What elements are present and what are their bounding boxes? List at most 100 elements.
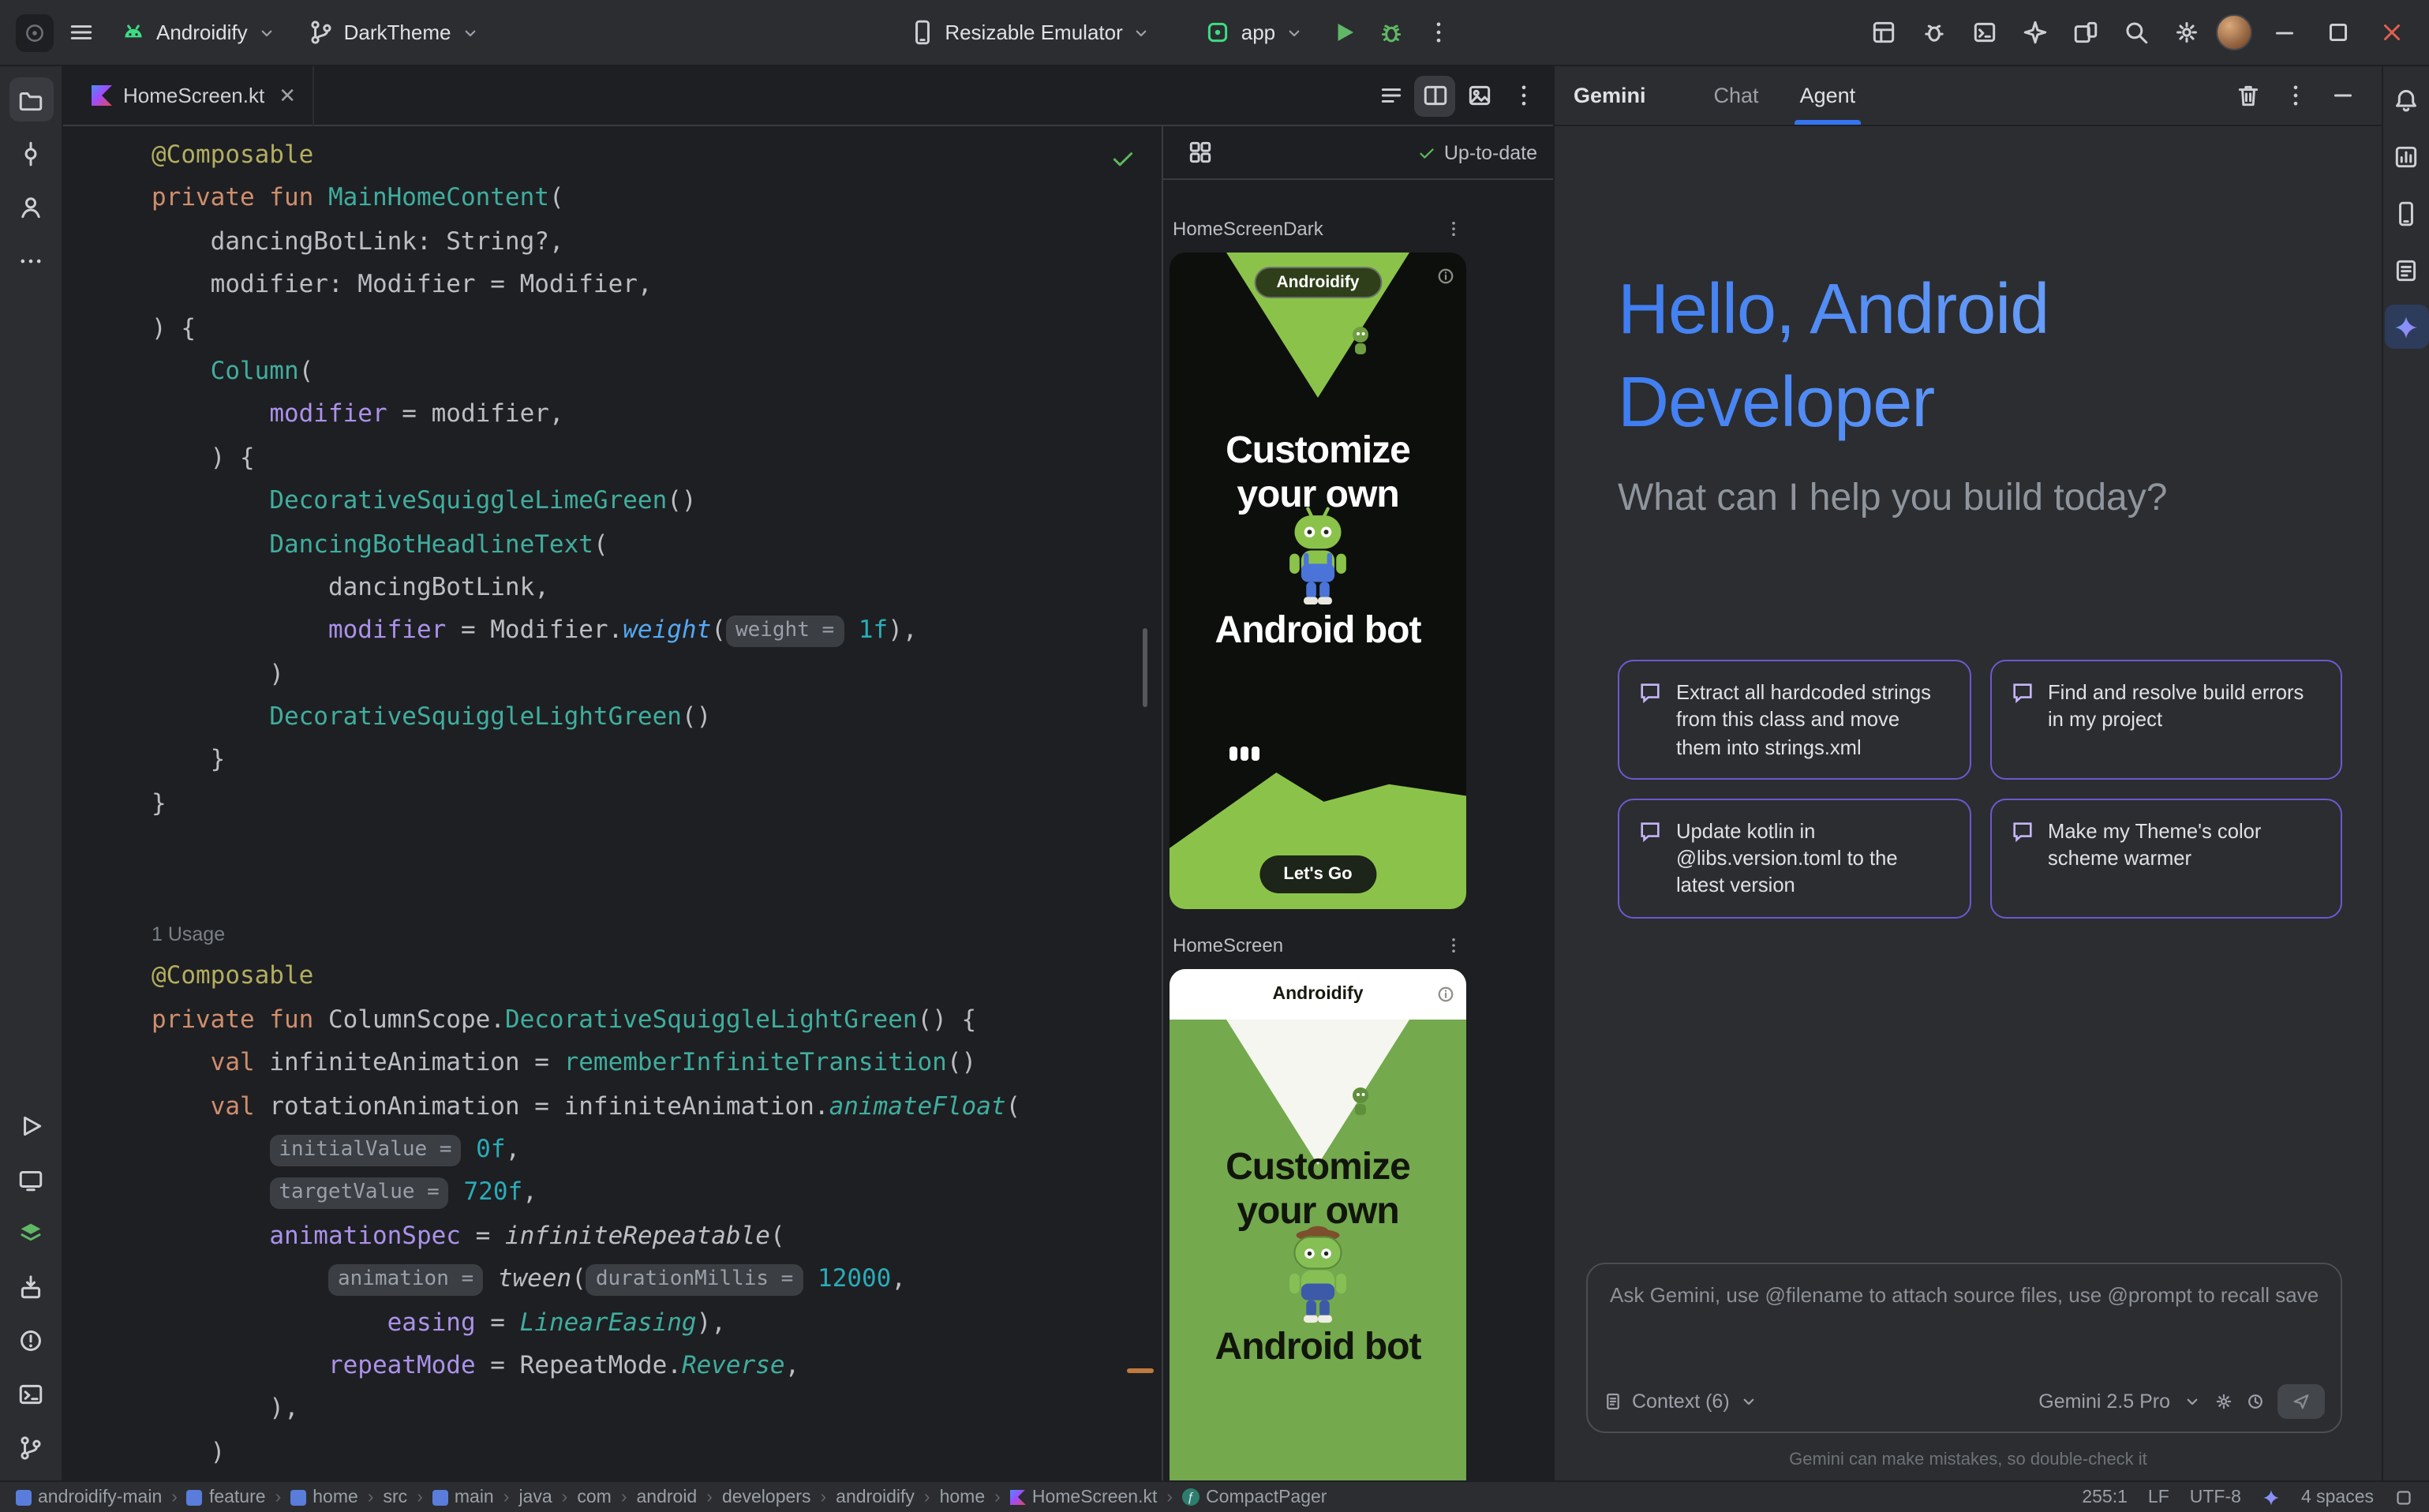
breadcrumb-item[interactable]: developers bbox=[722, 1488, 811, 1506]
code-line[interactable]: targetValue = 720f, bbox=[152, 1172, 1162, 1215]
code-line[interactable]: ​ bbox=[152, 826, 1162, 870]
indent-setting[interactable]: 4 spaces bbox=[2301, 1488, 2374, 1506]
vcs-branch-widget[interactable]: DarkTheme bbox=[295, 13, 492, 52]
code-line[interactable]: DecorativeSquiggleLightGreen() bbox=[152, 696, 1162, 739]
main-menu-icon[interactable] bbox=[60, 12, 101, 53]
layout-inspector-icon[interactable] bbox=[1862, 12, 1903, 53]
collaborators-icon[interactable] bbox=[9, 185, 53, 229]
preview-body[interactable]: HomeScreenDark Androidify bbox=[1163, 180, 1553, 1480]
breadcrumb-item[interactable]: androidify-main bbox=[16, 1488, 162, 1506]
run-tool-window-icon[interactable] bbox=[9, 1103, 53, 1147]
run-button[interactable] bbox=[1323, 12, 1364, 53]
device-mirroring-icon[interactable] bbox=[2064, 12, 2105, 53]
gemini-suggestion-card[interactable]: Make my Theme's color scheme warmer bbox=[1989, 799, 2342, 919]
code-line[interactable]: ) bbox=[152, 653, 1162, 696]
preview-more-icon[interactable] bbox=[1444, 936, 1463, 955]
gemini-more-icon[interactable] bbox=[2274, 75, 2315, 116]
preview-homescreen[interactable]: Androidify Customizeyour own bbox=[1170, 969, 1466, 1480]
code-line[interactable]: ) bbox=[152, 1431, 1162, 1474]
code-line[interactable]: initialValue = 0f, bbox=[152, 1128, 1162, 1172]
breadcrumb-item[interactable]: java bbox=[518, 1488, 552, 1506]
code-line[interactable]: @Composable bbox=[152, 134, 1162, 178]
code-line[interactable]: } bbox=[152, 783, 1162, 826]
app-quality-insights-icon[interactable] bbox=[1913, 12, 1954, 53]
gemini-suggestion-card[interactable]: Update kotlin in @libs.version.toml to t… bbox=[1618, 799, 1971, 919]
code-line[interactable]: val infiniteAnimation = rememberInfinite… bbox=[152, 1042, 1162, 1085]
gemini-suggestion-card[interactable]: Extract all hardcoded strings from this … bbox=[1618, 660, 1971, 780]
status-widget-icon[interactable] bbox=[2394, 1488, 2413, 1506]
terminal-icon[interactable] bbox=[9, 1372, 53, 1416]
device-selector[interactable]: Resizable Emulator bbox=[896, 13, 1163, 52]
code-line[interactable]: DancingBotHeadlineText( bbox=[152, 523, 1162, 567]
code-editor[interactable]: @Composableprivate fun MainHomeContent( … bbox=[63, 126, 1162, 1480]
breadcrumb-item[interactable]: home bbox=[290, 1488, 358, 1506]
code-line[interactable]: modifier = Modifier.weight(weight = 1f), bbox=[152, 610, 1162, 653]
ai-actions-icon[interactable] bbox=[2014, 12, 2055, 53]
code-line[interactable]: animation = tween(durationMillis = 12000… bbox=[152, 1258, 1162, 1301]
code-line[interactable]: val rotationAnimation = infiniteAnimatio… bbox=[152, 1085, 1162, 1128]
tab-bar-more-icon[interactable] bbox=[1503, 75, 1544, 116]
breadcrumb-item[interactable]: androidify bbox=[836, 1488, 915, 1506]
preview-more-icon[interactable] bbox=[1444, 219, 1463, 238]
send-button[interactable] bbox=[2277, 1384, 2325, 1419]
breadcrumb-item[interactable]: src bbox=[384, 1488, 408, 1506]
code-line[interactable]: Column( bbox=[152, 350, 1162, 394]
code-line[interactable]: ​ bbox=[152, 869, 1162, 912]
toolbar-more-icon[interactable] bbox=[1417, 12, 1458, 53]
gemini-icon[interactable] bbox=[2384, 305, 2428, 349]
more-tool-windows-icon[interactable] bbox=[9, 238, 53, 283]
code-line[interactable]: DecorativeSquiggleLimeGreen() bbox=[152, 480, 1162, 523]
preview-homescreendark[interactable]: Androidify Customizeyour own Android bot bbox=[1170, 253, 1466, 909]
code-line[interactable]: easing = LinearEasing), bbox=[152, 1301, 1162, 1345]
gemini-input[interactable]: Ask Gemini, use @filename to attach sour… bbox=[1586, 1263, 2342, 1433]
logcat-icon[interactable] bbox=[1963, 12, 2004, 53]
history-icon[interactable] bbox=[2246, 1392, 2265, 1411]
close-icon[interactable] bbox=[2369, 10, 2413, 54]
project-widget[interactable]: Androidify bbox=[107, 13, 289, 52]
device-explorer-icon[interactable] bbox=[9, 1264, 53, 1308]
commit-icon[interactable] bbox=[9, 131, 53, 175]
tab-close-icon[interactable]: ✕ bbox=[279, 85, 296, 106]
profiler-icon[interactable] bbox=[2384, 134, 2428, 178]
build-variants-icon[interactable] bbox=[9, 1211, 53, 1255]
model-selector[interactable]: Gemini 2.5 Pro bbox=[2038, 1390, 2170, 1413]
code-line[interactable]: dancingBotLink: String?, bbox=[152, 221, 1162, 264]
trash-icon[interactable] bbox=[2227, 75, 2268, 116]
avatar[interactable] bbox=[2216, 14, 2252, 51]
breadcrumb-item[interactable]: android bbox=[637, 1488, 698, 1506]
breadcrumb-item[interactable]: HomeScreen.kt bbox=[1010, 1488, 1158, 1506]
run-config-selector[interactable]: app bbox=[1192, 13, 1316, 52]
code-line[interactable]: ) { bbox=[152, 307, 1162, 350]
code-view-icon[interactable] bbox=[1370, 75, 1411, 116]
breadcrumb-item[interactable]: home bbox=[940, 1488, 986, 1506]
minimize-icon[interactable] bbox=[2262, 10, 2306, 54]
code-line[interactable]: 1 Usage bbox=[152, 912, 1162, 956]
gemini-settings-icon[interactable] bbox=[2214, 1392, 2233, 1411]
debug-button[interactable] bbox=[1370, 12, 1411, 53]
breadcrumb-item[interactable]: main bbox=[432, 1488, 494, 1506]
info-icon[interactable] bbox=[1436, 267, 1455, 286]
problems-icon[interactable] bbox=[9, 1318, 53, 1362]
split-view-icon[interactable] bbox=[1414, 75, 1455, 116]
breadcrumb-item[interactable]: ƒCompactPager bbox=[1182, 1488, 1327, 1506]
version-control-icon[interactable] bbox=[9, 1425, 53, 1469]
design-view-icon[interactable] bbox=[1458, 75, 1499, 116]
code-line[interactable]: private fun ColumnScope.DecorativeSquigg… bbox=[152, 999, 1162, 1042]
hide-panel-icon[interactable] bbox=[2322, 75, 2363, 116]
maximize-icon[interactable] bbox=[2315, 10, 2360, 54]
code-line[interactable]: @Composable bbox=[152, 956, 1162, 999]
device-manager-icon[interactable] bbox=[2384, 191, 2428, 235]
search-icon[interactable] bbox=[2115, 12, 2156, 53]
code-line[interactable]: modifier: Modifier = Modifier, bbox=[152, 264, 1162, 307]
line-ending[interactable]: LF bbox=[2148, 1488, 2169, 1506]
tab-agent[interactable]: Agent bbox=[1780, 66, 1877, 125]
code-line[interactable]: modifier = modifier, bbox=[152, 394, 1162, 437]
encoding[interactable]: UTF-8 bbox=[2190, 1488, 2241, 1506]
breadcrumb-item[interactable]: feature bbox=[187, 1488, 266, 1506]
caret-position[interactable]: 255:1 bbox=[2082, 1488, 2128, 1506]
running-devices-icon[interactable] bbox=[9, 1157, 53, 1201]
notifications-icon[interactable] bbox=[2384, 77, 2428, 122]
gemini-spark-icon[interactable] bbox=[2262, 1488, 2281, 1506]
code-line[interactable]: dancingBotLink, bbox=[152, 567, 1162, 610]
info-icon[interactable] bbox=[1436, 985, 1455, 1004]
